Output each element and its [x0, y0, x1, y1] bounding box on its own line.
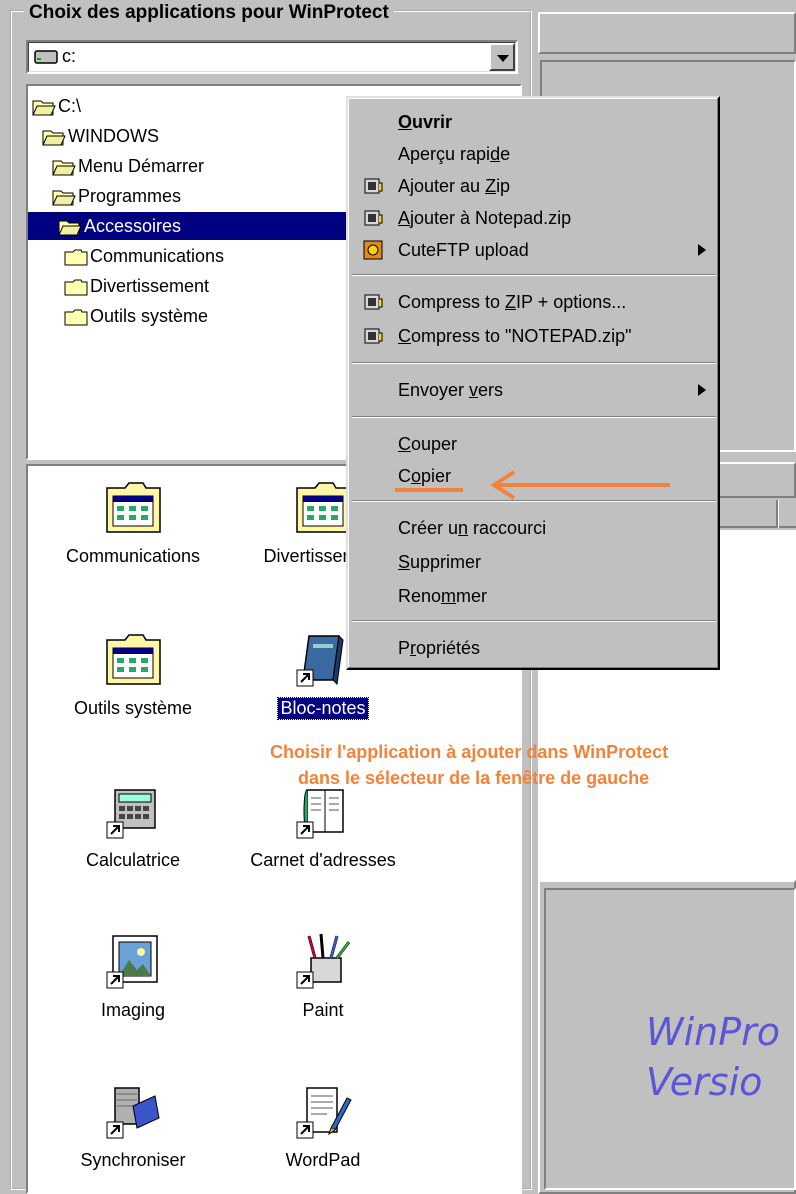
file-item-carnet-adresses[interactable]: Carnet d'adresses: [218, 782, 428, 872]
open-folder-icon: [58, 220, 82, 236]
menu-item-ajouter-notepad-zip[interactable]: Ajouter à Notepad.zip: [352, 202, 716, 234]
notepad-icon: [296, 634, 344, 687]
menu-item-renommer[interactable]: Renommer: [352, 580, 716, 612]
paint-icon: [296, 933, 351, 989]
tree-item-c[interactable]: C:\: [32, 92, 81, 120]
hard-drive-icon: [34, 50, 58, 64]
tree-item-label: Divertissement: [90, 276, 210, 296]
tree-item-outils-systeme[interactable]: Outils système: [64, 302, 208, 330]
menu-separator: [352, 362, 716, 364]
menu-separator: [352, 620, 716, 622]
group-title: Choix des applications pour WinProtect: [24, 2, 394, 24]
column-divider[interactable]: [776, 500, 778, 528]
file-label: Synchroniser: [80, 1150, 186, 1170]
file-item-calculatrice[interactable]: Calculatrice: [28, 782, 238, 872]
brand-title: WinPro: [646, 1010, 781, 1054]
open-folder-icon: [32, 100, 56, 116]
file-label: WordPad: [285, 1150, 361, 1170]
tree-item-label: Outils système: [90, 306, 209, 326]
calculator-icon: [106, 789, 156, 839]
file-item-imaging[interactable]: Imaging: [28, 932, 238, 1022]
file-item-synchroniser[interactable]: Synchroniser: [28, 1082, 238, 1172]
file-label: Bloc-notes: [277, 697, 369, 720]
file-item-wordpad[interactable]: WordPad: [218, 1082, 428, 1172]
arrow-left-icon: [490, 470, 670, 500]
winzip-icon: [364, 178, 383, 194]
annotation-line-1: Choisir l'application à ajouter dans Win…: [270, 742, 669, 762]
imaging-icon: [106, 935, 158, 989]
open-folder-icon: [52, 190, 76, 206]
file-label: Paint: [302, 1000, 344, 1020]
drive-selector[interactable]: c:: [26, 40, 518, 74]
menu-item-proprietes[interactable]: Propriétés: [352, 632, 716, 664]
tree-item-menu-demarrer[interactable]: Menu Démarrer: [52, 152, 204, 180]
context-menu[interactable]: Ouvrir Aperçu rapide Ajouter au Zip Ajou…: [346, 96, 720, 670]
winzip-icon: [364, 294, 383, 310]
file-label: Calculatrice: [85, 850, 181, 870]
annotation-underline: [395, 488, 463, 492]
address-book-icon: [296, 789, 344, 839]
menu-separator: [352, 274, 716, 276]
tree-item-label: C:\: [58, 96, 82, 116]
menu-item-compress-zip-options[interactable]: Compress to ZIP + options...: [352, 286, 716, 318]
folder-icon: [64, 249, 88, 266]
right-panel-header: [538, 12, 796, 54]
tree-item-windows[interactable]: WINDOWS: [42, 122, 159, 150]
menu-item-envoyer-vers[interactable]: Envoyer vers: [352, 374, 716, 406]
menu-item-ouvrir[interactable]: Ouvrir: [352, 106, 716, 138]
menu-item-creer-raccourci[interactable]: Créer un raccourci: [352, 512, 716, 544]
folder-icon: [64, 279, 88, 296]
tree-item-label: WINDOWS: [68, 126, 159, 146]
file-item-communications[interactable]: Communications: [28, 478, 238, 568]
winzip-icon: [364, 328, 383, 344]
menu-item-compress-notepad-zip[interactable]: Compress to "NOTEPAD.zip": [352, 320, 716, 352]
menu-item-cuteftp-upload[interactable]: CuteFTP upload: [352, 234, 716, 266]
menu-item-apercu-rapide[interactable]: Aperçu rapide: [352, 138, 716, 170]
tree-item-communications[interactable]: Communications: [64, 242, 224, 270]
drive-value: c:: [62, 46, 77, 66]
cuteftp-icon: [363, 240, 383, 260]
file-label: Imaging: [100, 1000, 166, 1020]
tree-item-label: Programmes: [78, 186, 182, 206]
folder-icon: [106, 634, 161, 685]
open-folder-icon: [42, 130, 66, 146]
tree-item-programmes[interactable]: Programmes: [52, 182, 181, 210]
folder-icon: [64, 309, 88, 326]
menu-separator: [352, 500, 716, 502]
tree-item-label: Menu Démarrer: [78, 156, 205, 176]
file-label: Carnet d'adresses: [250, 850, 396, 870]
chevron-down-icon: [497, 55, 509, 62]
menu-item-couper[interactable]: Couper: [352, 428, 716, 460]
file-item-outils-systeme[interactable]: Outils système: [28, 630, 238, 720]
submenu-arrow-icon: [698, 384, 706, 396]
menu-item-ajouter-au-zip[interactable]: Ajouter au Zip: [352, 170, 716, 202]
menu-item-supprimer[interactable]: Supprimer: [352, 546, 716, 578]
drive-dropdown-button[interactable]: [489, 43, 515, 71]
file-item-paint[interactable]: Paint: [218, 932, 428, 1022]
sync-icon: [106, 1087, 160, 1139]
folder-icon: [106, 482, 161, 533]
wordpad-icon: [296, 1087, 352, 1139]
folder-icon: [296, 482, 351, 533]
open-folder-icon: [52, 160, 76, 176]
annotation-line-2: dans le sélecteur de la fenêtre de gauch…: [298, 768, 650, 788]
winzip-icon: [364, 210, 383, 226]
tree-item-divertissement[interactable]: Divertissement: [64, 272, 209, 300]
tree-item-label: Communications: [90, 246, 225, 266]
menu-separator: [352, 416, 716, 418]
brand-version: Versio: [646, 1060, 763, 1104]
tree-item-label: Accessoires: [84, 216, 182, 236]
file-label: Outils système: [73, 698, 193, 718]
file-label: Communications: [65, 546, 201, 566]
submenu-arrow-icon: [698, 244, 706, 256]
